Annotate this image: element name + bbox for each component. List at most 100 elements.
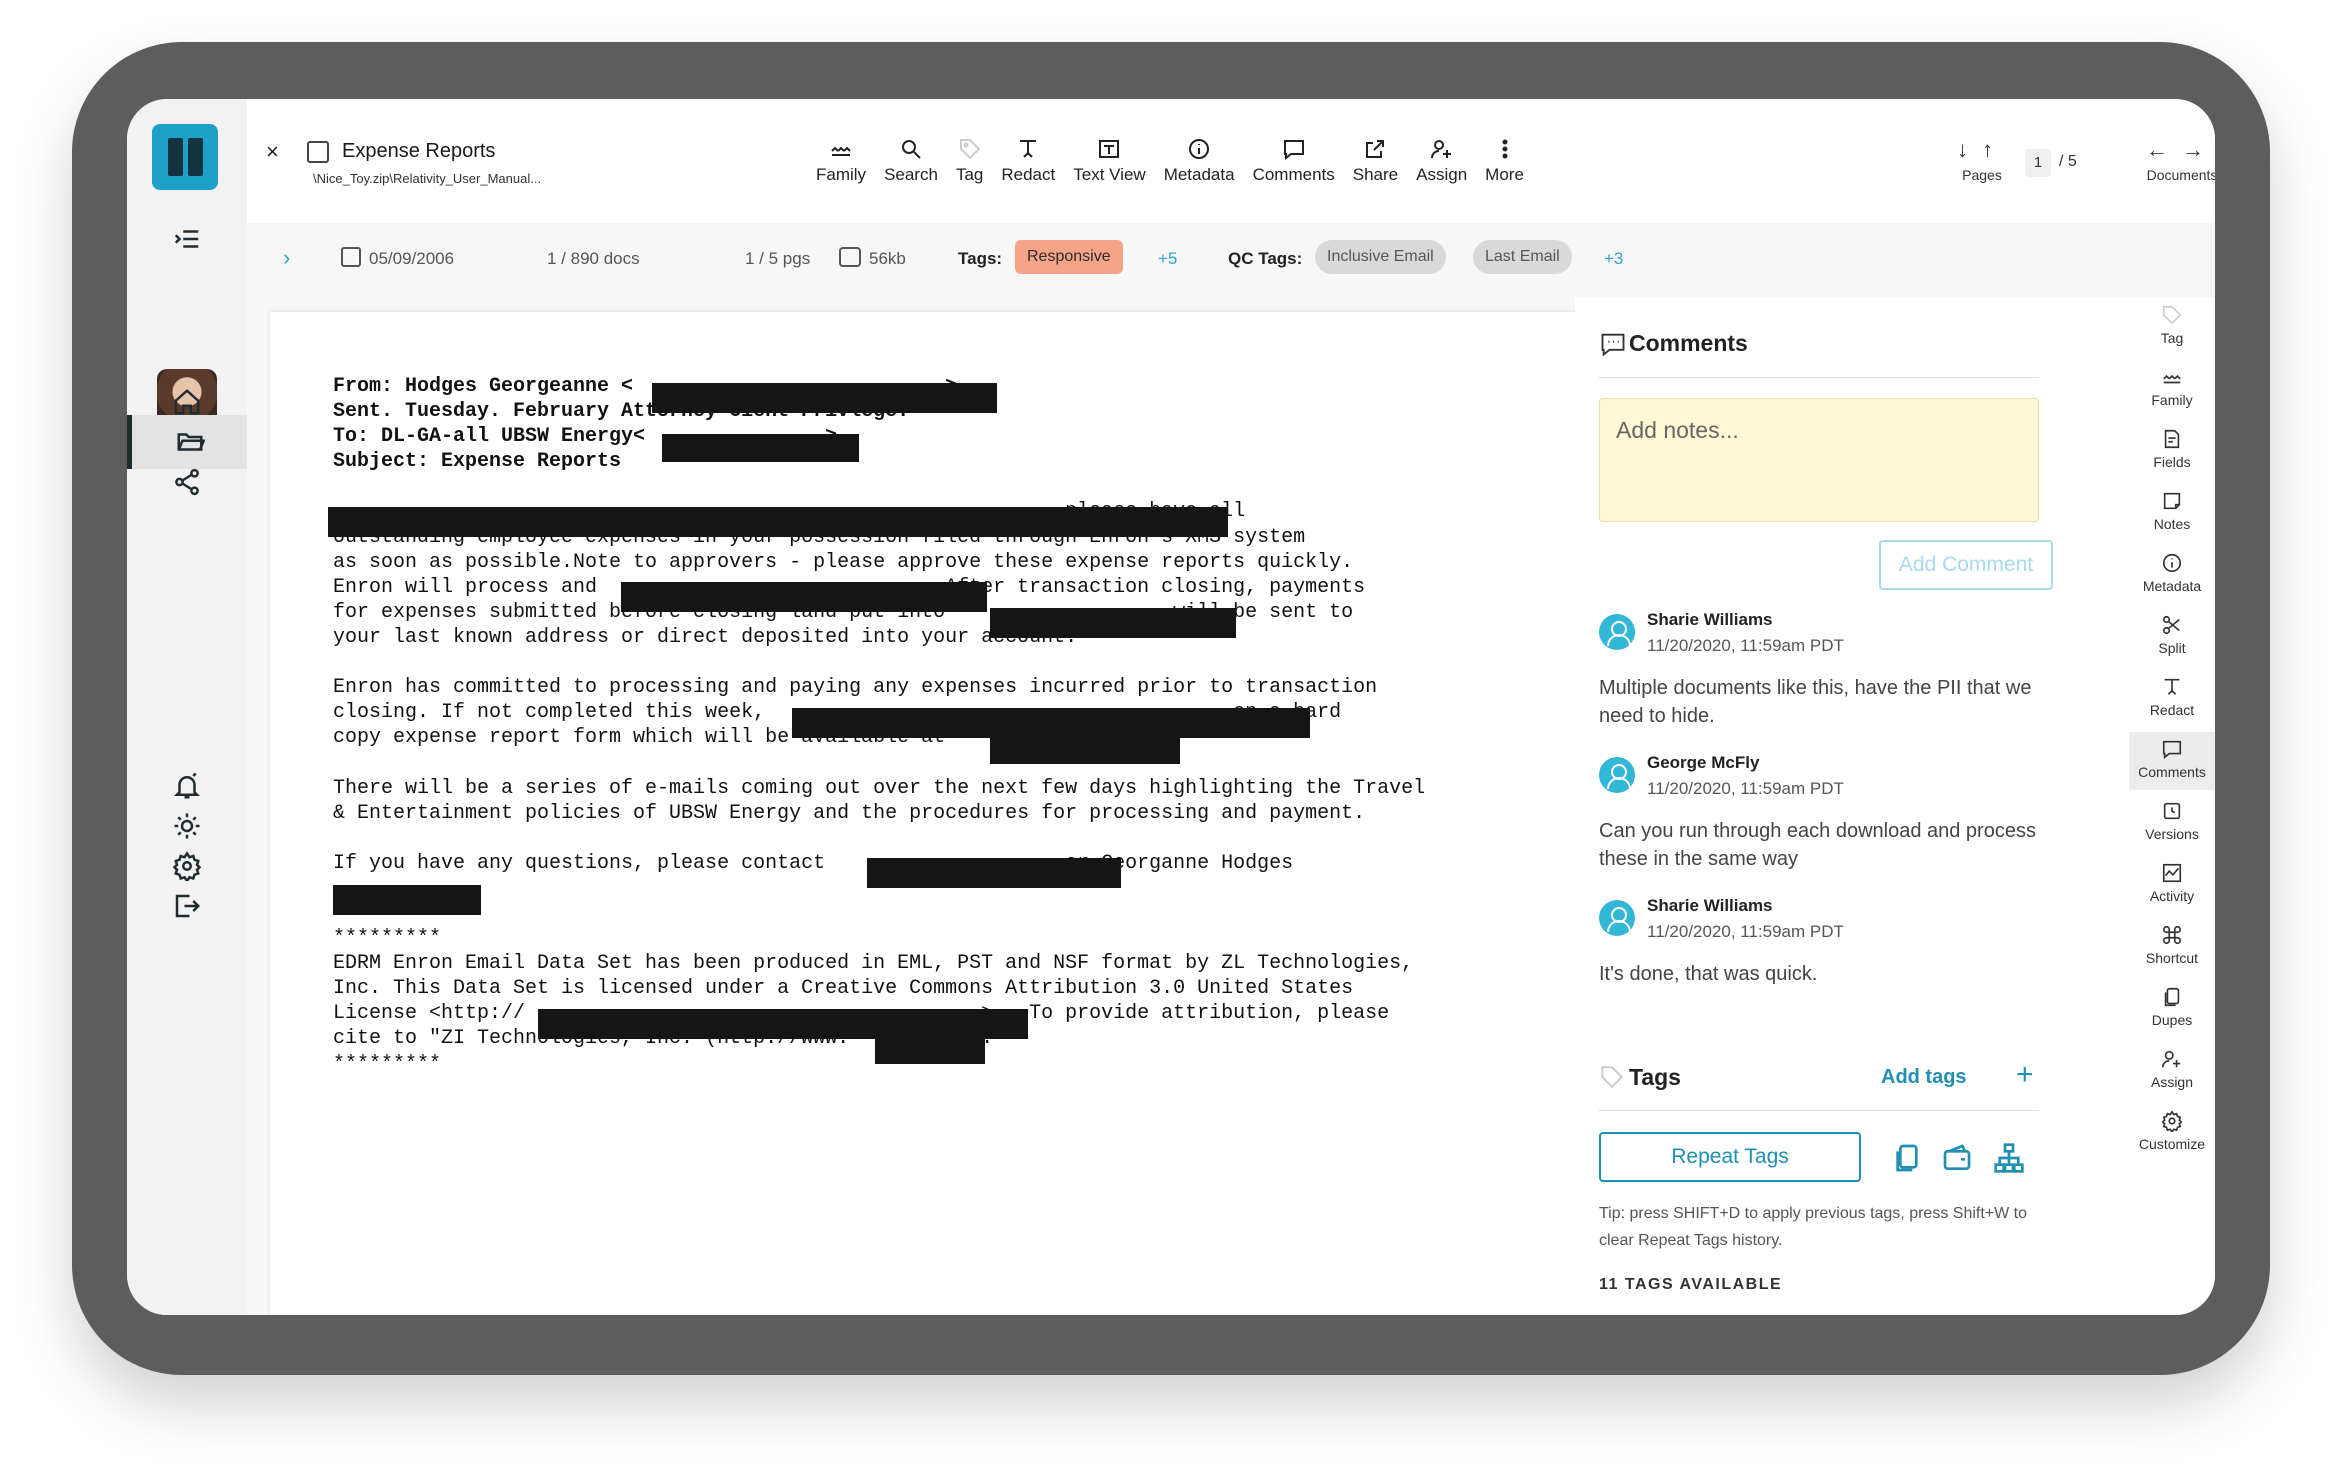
wallet-tags-icon[interactable]: [1941, 1142, 1973, 1174]
side-shortcut-button[interactable]: Shortcut: [2129, 918, 2215, 976]
document-line: *********: [333, 927, 442, 951]
redaction-box[interactable]: [333, 885, 481, 915]
assign-icon: [2162, 1050, 2181, 1068]
tags-more-link[interactable]: +5: [1158, 249, 1177, 269]
document-line: To: DL-GA-all UBSW Energy< >: [333, 425, 838, 449]
page-number-input[interactable]: 1: [2025, 149, 2051, 177]
comment-text: Can you run through each download and pr…: [1599, 820, 2036, 870]
toolbar-redact-button[interactable]: Redact: [992, 137, 1064, 185]
side-dupes-button[interactable]: Dupes: [2129, 980, 2215, 1038]
close-icon[interactable]: ×: [266, 139, 279, 165]
document-line: & Entertainment policies of UBSW Energy …: [333, 801, 1366, 825]
tags-section-title: Tags: [1629, 1064, 1681, 1090]
qc-tags-label: QC Tags:: [1228, 249, 1303, 268]
viewer-header: × Expense Reports \Nice_Toy.zip\Relativi…: [247, 99, 2215, 223]
expand-chevron-icon[interactable]: ›: [283, 245, 290, 271]
repeat-tags-button[interactable]: Repeat Tags: [1599, 1132, 1861, 1182]
comment-author: Sharie Williams: [1647, 610, 1773, 629]
side-activity-button[interactable]: Activity: [2129, 856, 2215, 914]
add-tags-link[interactable]: Add tags: [1881, 1066, 1967, 1089]
metadata-icon: [2162, 553, 2182, 573]
comments-icon: [1283, 140, 1304, 161]
qc-tag-chip[interactable]: Last Email: [1473, 240, 1572, 274]
user-avatar-icon: [1599, 900, 1635, 936]
side-comments-button[interactable]: Comments: [2129, 732, 2215, 790]
add-comment-button[interactable]: Add Comment: [1879, 540, 2053, 590]
copy-tags-icon[interactable]: [1891, 1142, 1923, 1174]
redaction-box[interactable]: [328, 507, 1228, 537]
versions-icon: [2163, 802, 2181, 820]
tag-chip-responsive[interactable]: Responsive: [1015, 240, 1123, 274]
comment-author: George McFly: [1647, 753, 1760, 772]
toolbar-metadata-button[interactable]: Metadata: [1155, 137, 1244, 185]
document-file-icon: [307, 141, 329, 163]
toolbar-tag-button[interactable]: Tag: [947, 137, 992, 185]
file-size: 56kb: [869, 249, 906, 268]
hierarchy-tags-icon[interactable]: [1993, 1142, 2025, 1174]
page-pager: ↓↑ Pages 1 / 5: [1957, 137, 2077, 183]
document-nav-arrows-icon[interactable]: ←→: [2146, 137, 2215, 163]
divider: [1599, 1110, 2039, 1111]
side-fields-button[interactable]: Fields: [2129, 422, 2215, 480]
document-line: Inc. This Data Set is licensed under a C…: [333, 977, 1354, 1001]
comments-panel: Comments Add notes... Add Comment Sharie…: [1575, 298, 2095, 1315]
add-tags-plus-icon[interactable]: +: [2016, 1058, 2034, 1092]
comments-icon: [1601, 333, 1625, 357]
qc-tag-chip[interactable]: Inclusive Email: [1315, 240, 1446, 274]
redaction-box[interactable]: [990, 608, 1236, 638]
side-tag-button[interactable]: Tag: [2129, 298, 2215, 356]
redaction-box[interactable]: [621, 582, 987, 612]
more-icon: [1502, 139, 1508, 159]
share-nav-icon[interactable]: [127, 455, 247, 509]
tags-label: Tags:: [958, 249, 1003, 268]
toolbar-family-button[interactable]: Family: [807, 137, 875, 185]
side-notes-button[interactable]: Notes: [2129, 484, 2215, 542]
side-assign-button[interactable]: Assign: [2129, 1042, 2215, 1100]
user-avatar-icon: [1599, 757, 1635, 793]
redact-icon: [2164, 678, 2180, 695]
app-logo[interactable]: [152, 124, 218, 190]
calendar-icon: [341, 247, 361, 267]
document-path: \Nice_Toy.zip\Relativity_User_Manual...: [313, 171, 542, 186]
storage-icon: [839, 247, 861, 267]
side-versions-button[interactable]: Versions: [2129, 794, 2215, 852]
collapse-menu-icon[interactable]: [127, 212, 247, 266]
toolbar-assign-button[interactable]: Assign: [1407, 137, 1476, 185]
notes-input[interactable]: Add notes...: [1599, 398, 2039, 522]
document-line: There will be a series of e-mails coming…: [333, 776, 1426, 800]
side-split-button[interactable]: Split: [2129, 608, 2215, 666]
comment-author: Sharie Williams: [1647, 896, 1773, 915]
toolbar-search-button[interactable]: Search: [875, 137, 947, 185]
comments-icon: [2162, 740, 2182, 759]
share-icon: [1366, 140, 1385, 158]
text-view-icon: [1099, 140, 1120, 158]
left-nav-rail: [127, 99, 247, 1315]
dupes-icon: [2164, 987, 2180, 1007]
redaction-box[interactable]: [867, 858, 1121, 888]
toolbar-comments-button[interactable]: Comments: [1244, 137, 1344, 185]
side-metadata-button[interactable]: Metadata: [2129, 546, 2215, 604]
page-nav-arrows-icon[interactable]: ↓↑: [1957, 137, 2007, 163]
toolbar-share-button[interactable]: Share: [1344, 137, 1407, 185]
toolbar-more-button[interactable]: More: [1476, 137, 1533, 185]
redaction-box[interactable]: [990, 734, 1180, 764]
family-icon: [831, 146, 851, 156]
redaction-box[interactable]: [652, 383, 997, 413]
fields-icon: [2164, 429, 2180, 449]
side-customize-button[interactable]: Customize: [2129, 1104, 2215, 1162]
user-avatar-icon: [1599, 614, 1635, 650]
document-line: your last known address or direct deposi…: [333, 625, 1078, 649]
command-icon: [2162, 925, 2182, 945]
comment-time: 11/20/2020, 11:59am PDT: [1647, 779, 1844, 798]
side-redact-button[interactable]: Redact: [2129, 670, 2215, 728]
redaction-box[interactable]: [662, 434, 859, 462]
toolbar-text-view-button[interactable]: Text View: [1064, 137, 1154, 185]
comment-text: It's done, that was quick.: [1599, 963, 1818, 985]
side-family-button[interactable]: Family: [2129, 360, 2215, 418]
redaction-box[interactable]: [875, 1034, 985, 1064]
logout-icon[interactable]: [127, 879, 247, 933]
document-info-bar: › 05/09/2006 1 / 890 docs 1 / 5 pgs 56kb…: [247, 223, 2215, 298]
qc-tags-more-link[interactable]: +3: [1604, 249, 1623, 269]
